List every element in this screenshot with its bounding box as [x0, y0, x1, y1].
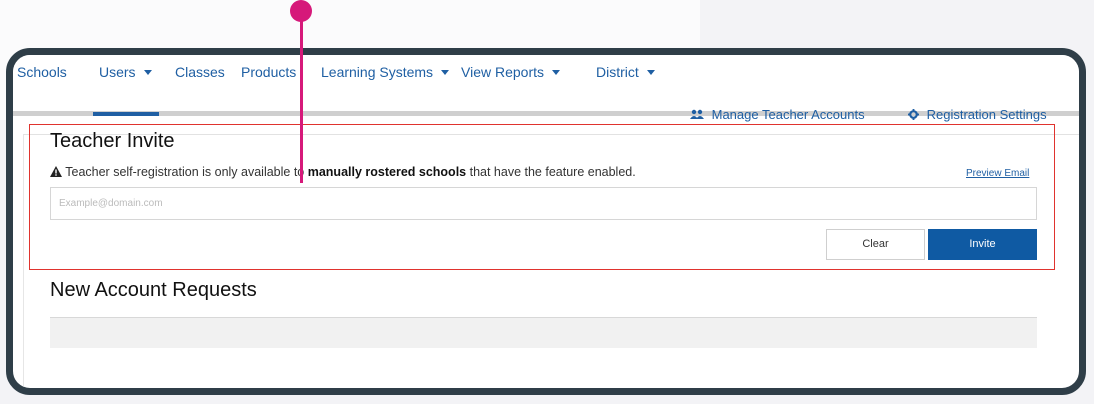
- chevron-down-icon: [646, 69, 655, 75]
- callout-pointer-dot: [290, 0, 312, 22]
- chevron-down-icon: [143, 69, 152, 75]
- nav-item-view-reports[interactable]: View Reports: [461, 64, 561, 80]
- invite-button[interactable]: Invite: [928, 229, 1037, 260]
- nav-item-schools-label: Schools: [17, 64, 67, 80]
- chevron-down-icon: [552, 69, 561, 75]
- notice-text-suffix: that have the feature enabled.: [466, 165, 636, 179]
- registration-settings-label: Registration Settings: [926, 107, 1047, 122]
- nav-item-view-reports-label: View Reports: [461, 64, 545, 80]
- nav-item-products[interactable]: Products: [241, 64, 296, 80]
- nav-item-schools[interactable]: Schools: [17, 64, 67, 80]
- callout-pointer-line: [300, 12, 303, 183]
- nav-item-classes[interactable]: Classes: [175, 64, 225, 80]
- warning-icon: [50, 165, 65, 179]
- self-registration-notice: Teacher self-registration is only availa…: [50, 165, 636, 179]
- nav-item-classes-label: Classes: [175, 64, 225, 80]
- manage-teacher-accounts-link[interactable]: Manage Teacher Accounts: [690, 107, 865, 122]
- clear-button[interactable]: Clear: [826, 229, 925, 260]
- teacher-invite-title: Teacher Invite: [50, 130, 175, 152]
- registration-settings-link[interactable]: Registration Settings: [908, 107, 1047, 122]
- gear-icon: [908, 107, 923, 122]
- notice-text-prefix: Teacher self-registration is only availa…: [65, 165, 308, 179]
- nav-item-district[interactable]: District: [596, 64, 655, 80]
- new-account-requests-title: New Account Requests: [50, 279, 257, 301]
- users-icon: [690, 107, 708, 122]
- nav-item-learning-systems[interactable]: Learning Systems: [321, 64, 450, 80]
- nav-item-district-label: District: [596, 64, 639, 80]
- requests-table-header: [50, 318, 1037, 348]
- nav-item-users[interactable]: Users: [99, 64, 152, 80]
- email-input[interactable]: Example@domain.com: [50, 187, 1037, 220]
- nav-item-products-label: Products: [241, 64, 297, 80]
- nav-item-users-label: Users: [99, 64, 136, 80]
- nav-item-learning-systems-label: Learning Systems: [321, 64, 434, 80]
- chevron-down-icon: [441, 69, 450, 75]
- nav-active-indicator: [93, 112, 159, 116]
- preview-email-link[interactable]: Preview Email: [966, 168, 1029, 179]
- manage-teacher-accounts-label: Manage Teacher Accounts: [711, 107, 865, 122]
- notice-text-bold: manually rostered schools: [307, 165, 467, 179]
